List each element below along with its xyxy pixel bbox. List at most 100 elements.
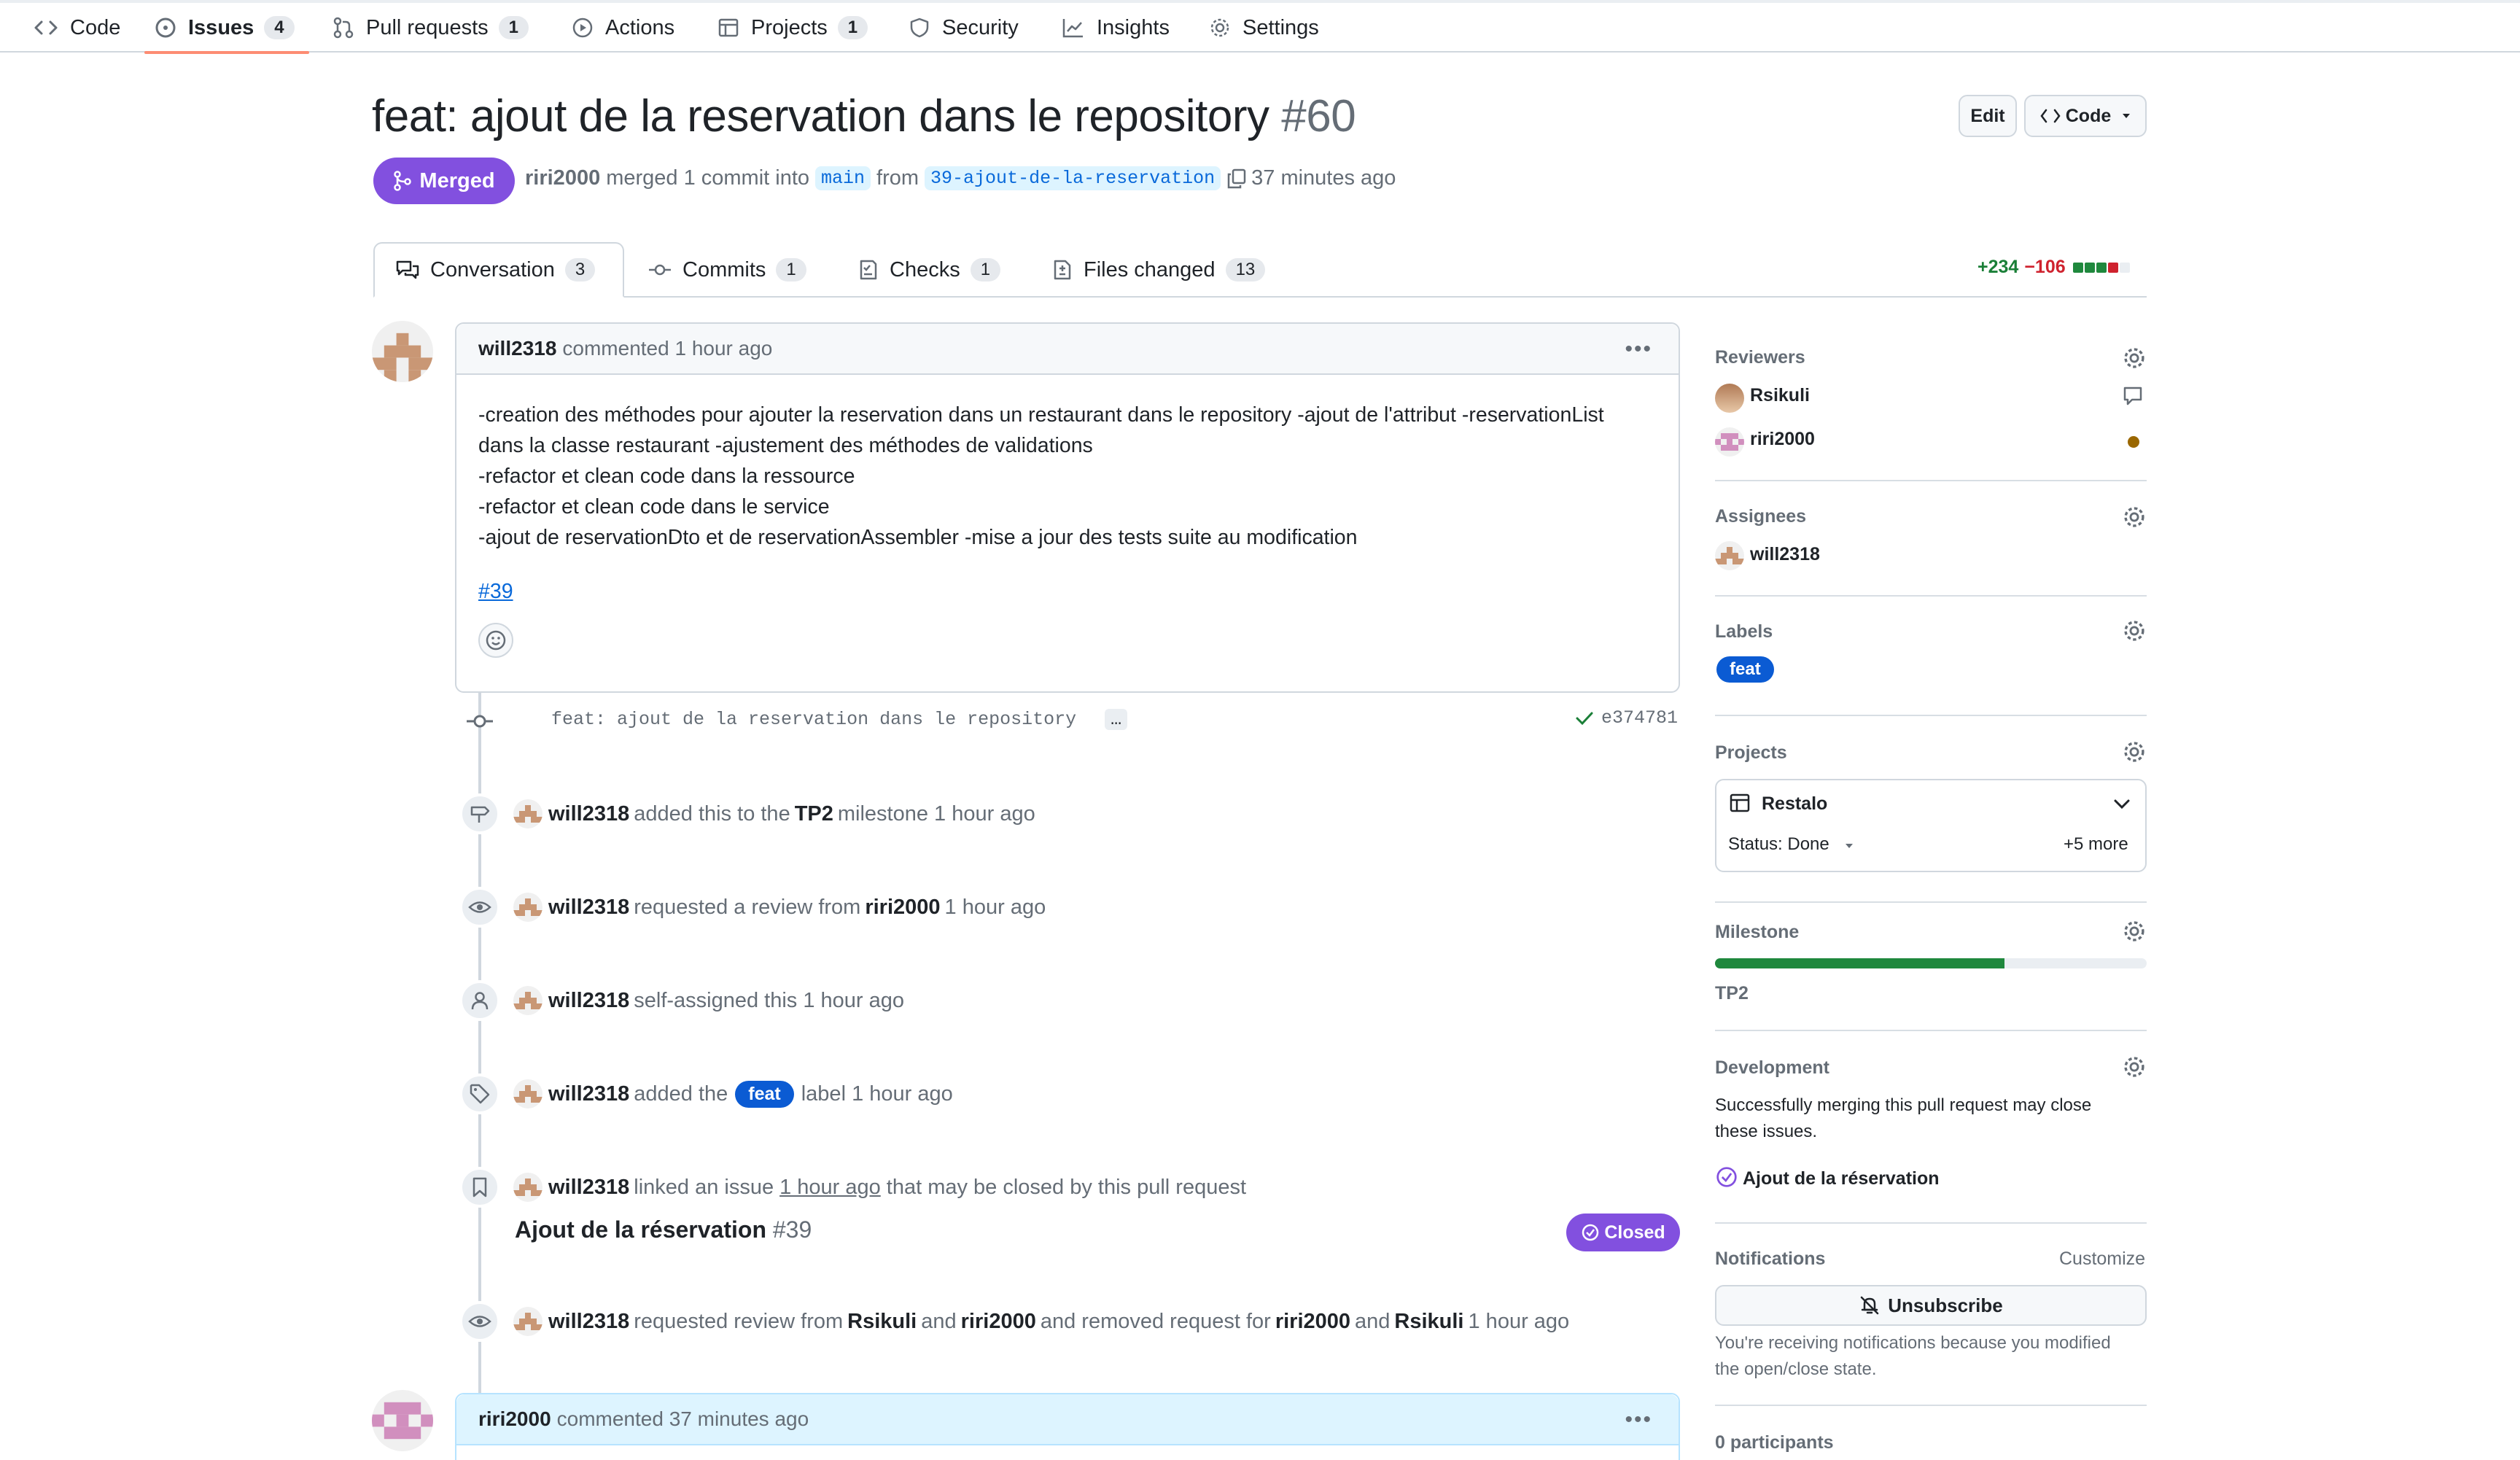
nav-projects-label: Projects (751, 15, 828, 39)
tab-conversation-count: 3 (564, 258, 596, 281)
nav-actions[interactable]: Actions (572, 3, 674, 53)
projects-heading[interactable]: Projects (1715, 742, 1787, 764)
label-feat[interactable]: feat (1716, 656, 1774, 683)
gear-icon[interactable] (2122, 618, 2147, 643)
tab-checks[interactable]: Checks 1 (858, 242, 1001, 298)
gear-icon[interactable] (2122, 505, 2147, 529)
add-reaction-button[interactable] (478, 623, 513, 658)
avatar[interactable] (513, 1079, 542, 1108)
commit-expand-button[interactable]: … (1105, 709, 1128, 730)
event-time-link[interactable]: 1 hour ago (779, 1176, 881, 1200)
pr-author-link[interactable]: riri2000 (525, 166, 600, 190)
label-feat[interactable]: feat (735, 1080, 794, 1108)
nav-insights[interactable]: Insights (1062, 3, 1170, 53)
avatar[interactable] (372, 1390, 433, 1451)
event-user-link[interactable]: will2318 (548, 989, 629, 1013)
comment-line: -refactor et clean code dans la ressourc… (478, 465, 855, 488)
issue-link[interactable]: #39 (478, 580, 513, 603)
copy-icon[interactable] (1226, 168, 1247, 190)
pull-request-icon (332, 17, 366, 39)
nav-issues[interactable]: Issues 4 (155, 3, 295, 53)
avatar[interactable] (513, 1173, 542, 1202)
comment-icon[interactable] (2122, 385, 2144, 407)
diffstat: +234 −106 (1978, 257, 2131, 278)
event-text: requested review from (634, 1309, 844, 1333)
base-branch[interactable]: main (815, 166, 871, 190)
nav-settings[interactable]: Settings (1209, 3, 1319, 53)
linked-issue-number: #39 (772, 1216, 812, 1243)
assignee-link[interactable]: will2318 (1750, 544, 1820, 565)
event-target-user-link[interactable]: riri2000 (961, 1310, 1036, 1334)
project-name-link[interactable]: Restalo (1762, 793, 1827, 815)
reviewer-link[interactable]: Rsikuli (1750, 385, 1810, 406)
head-branch[interactable]: 39-ajout-de-la-reservation (925, 166, 1221, 190)
tab-commits[interactable]: Commits 1 (648, 242, 806, 298)
event-user-link[interactable]: will2318 (548, 1310, 629, 1334)
commit-message[interactable]: feat: ajout de la reservation dans le re… (551, 709, 1128, 730)
avatar[interactable] (1715, 384, 1744, 413)
unsubscribe-label: Unsubscribe (1888, 1294, 2003, 1316)
project-status-dropdown[interactable]: Status: Done (1728, 834, 1854, 855)
comment-meta: commented 37 minutes ago (556, 1407, 809, 1430)
timeline-event-label: will2318 added the feat label 1 hour ago (513, 1079, 953, 1108)
project-more-fields[interactable]: +5 more (2064, 834, 2128, 855)
commit-sha[interactable]: e374781 (1575, 707, 1678, 729)
unsubscribe-button[interactable]: Unsubscribe (1715, 1285, 2147, 1326)
pr-from-text: from (876, 166, 919, 190)
labels-heading[interactable]: Labels (1715, 621, 1773, 642)
development-heading[interactable]: Development (1715, 1057, 1829, 1079)
event-target-user-link[interactable]: riri2000 (865, 896, 940, 920)
avatar[interactable] (513, 986, 542, 1015)
comment-author-link[interactable]: riri2000 (478, 1407, 551, 1431)
event-user-link[interactable]: will2318 (548, 1082, 629, 1106)
kebab-horizontal-icon[interactable]: ••• (1625, 1407, 1652, 1432)
avatar[interactable] (1715, 541, 1744, 570)
event-target-user-link[interactable]: Rsikuli (847, 1310, 917, 1334)
customize-link[interactable]: Customize (2059, 1249, 2145, 1270)
milestone-heading[interactable]: Milestone (1715, 922, 1799, 943)
event-user-link[interactable]: will2318 (548, 1176, 629, 1200)
nav-pull-requests[interactable]: Pull requests 1 (332, 3, 529, 53)
comment-meta: commented 1 hour ago (562, 337, 773, 360)
avatar[interactable] (513, 799, 542, 828)
comment-author-link[interactable]: will2318 (478, 337, 556, 360)
event-target-user-link[interactable]: riri2000 (1275, 1310, 1350, 1334)
person-icon (459, 980, 500, 1021)
chevron-down-icon[interactable] (2112, 795, 2132, 812)
code-dropdown-button[interactable]: Code (2024, 95, 2147, 137)
linked-issue[interactable]: Ajout de la réservation #39 (515, 1216, 812, 1243)
gear-icon[interactable] (2122, 919, 2147, 944)
event-user-link[interactable]: will2318 (548, 802, 629, 826)
event-user-link[interactable]: will2318 (548, 896, 629, 920)
milestone-link[interactable]: TP2 (1715, 983, 1749, 1004)
tag-icon (459, 1073, 500, 1114)
tab-files-changed[interactable]: Files changed 13 (1051, 242, 1266, 298)
assignees-heading[interactable]: Assignees (1715, 506, 1806, 527)
kebab-horizontal-icon[interactable]: ••• (1625, 337, 1652, 362)
gear-icon[interactable] (2122, 346, 2147, 370)
nav-security[interactable]: Security (909, 3, 1019, 53)
notification-reason: You're receiving notifications because y… (1715, 1333, 2111, 1353)
milestone-link[interactable]: TP2 (795, 802, 833, 826)
first-comment: will2318 commented 1 hour ago ••• -creat… (455, 322, 1680, 693)
avatar[interactable] (513, 893, 542, 922)
commit-icon (465, 712, 494, 731)
development-issue-link[interactable]: Ajout de la réservation (1743, 1168, 1940, 1189)
issue-icon (155, 17, 188, 39)
nav-settings-label: Settings (1242, 15, 1319, 39)
event-target-user-link[interactable]: Rsikuli (1394, 1310, 1463, 1334)
sidebar-divider (1715, 715, 2147, 716)
edit-button[interactable]: Edit (1959, 95, 2017, 137)
avatar[interactable] (513, 1307, 542, 1336)
gear-icon[interactable] (2122, 739, 2147, 764)
reviewers-heading[interactable]: Reviewers (1715, 347, 1805, 368)
event-text: and removed request for (1040, 1309, 1271, 1333)
avatar[interactable] (1715, 427, 1744, 457)
tab-conversation[interactable]: Conversation 3 (373, 242, 624, 298)
gear-icon[interactable] (2122, 1055, 2147, 1079)
nav-projects[interactable]: Projects 1 (718, 3, 868, 53)
reviewer-link[interactable]: riri2000 (1750, 429, 1815, 450)
nav-code[interactable]: Code (34, 3, 120, 53)
avatar[interactable] (372, 321, 433, 382)
linked-issue-title[interactable]: Ajout de la réservation (515, 1216, 766, 1243)
